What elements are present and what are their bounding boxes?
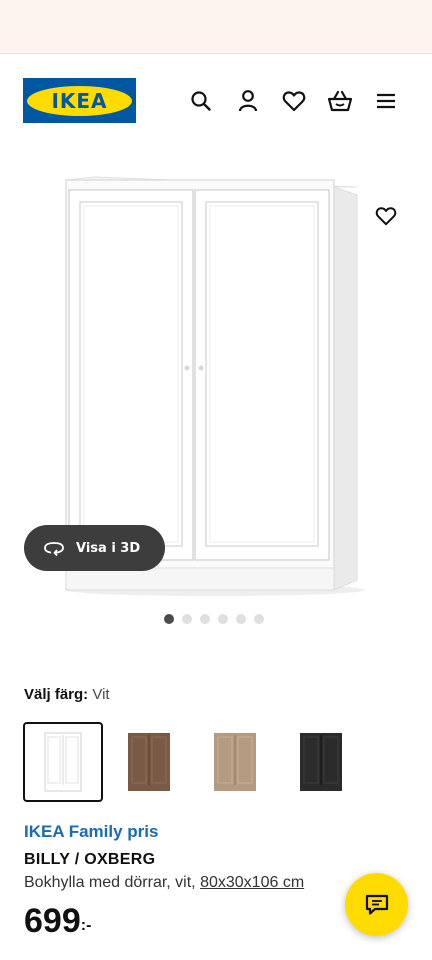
basket-icon[interactable]: [327, 88, 353, 114]
family-price-label[interactable]: IKEA Family pris: [24, 822, 158, 842]
color-selection-label: Välj färg: Vit: [24, 686, 110, 703]
gallery-dot[interactable]: [182, 614, 192, 624]
product-name: BILLY / OXBERG: [24, 851, 156, 868]
gallery-dot[interactable]: [164, 614, 174, 624]
price-main: 699: [24, 902, 81, 940]
user-icon[interactable]: [235, 88, 261, 114]
logo-oval: IKEA: [27, 85, 132, 116]
gallery-pagination: [164, 614, 264, 624]
color-swatch-walnut[interactable]: [109, 722, 189, 802]
color-swatch-black[interactable]: [281, 722, 361, 802]
view-in-3d-label: Visa i 3D: [76, 540, 141, 556]
description-text: Bokhylla med dörrar, vit,: [24, 874, 201, 891]
chat-button[interactable]: [345, 873, 408, 936]
price-suffix: :-: [80, 917, 92, 934]
dimensions-link[interactable]: 80x30x106 cm: [200, 874, 304, 891]
product-price: 699:-: [24, 902, 91, 941]
logo-text: IKEA: [51, 88, 108, 113]
gallery-dot[interactable]: [254, 614, 264, 624]
gallery-dot[interactable]: [236, 614, 246, 624]
ikea-logo[interactable]: IKEA: [23, 78, 136, 123]
rotate-3d-icon: [44, 542, 64, 556]
top-banner-strip: [0, 0, 432, 54]
selected-color-value: Vit: [92, 686, 110, 703]
menu-icon[interactable]: [373, 88, 399, 114]
heart-icon[interactable]: [281, 88, 307, 114]
view-in-3d-button[interactable]: Visa i 3D: [24, 525, 165, 571]
product-description: Bokhylla med dörrar, vit, 80x30x106 cm: [24, 874, 304, 892]
chat-icon: [365, 894, 388, 915]
add-to-favourites-heart-icon[interactable]: [370, 200, 402, 232]
color-swatch-oak[interactable]: [195, 722, 275, 802]
gallery-dot[interactable]: [218, 614, 228, 624]
clipped-content-below: [24, 952, 164, 960]
gallery-dot[interactable]: [200, 614, 210, 624]
color-label: Välj färg:: [24, 686, 89, 703]
search-icon[interactable]: [188, 88, 214, 114]
color-swatches: [23, 722, 413, 804]
color-swatch-white[interactable]: [23, 722, 103, 802]
site-header: IKEA: [0, 70, 432, 132]
